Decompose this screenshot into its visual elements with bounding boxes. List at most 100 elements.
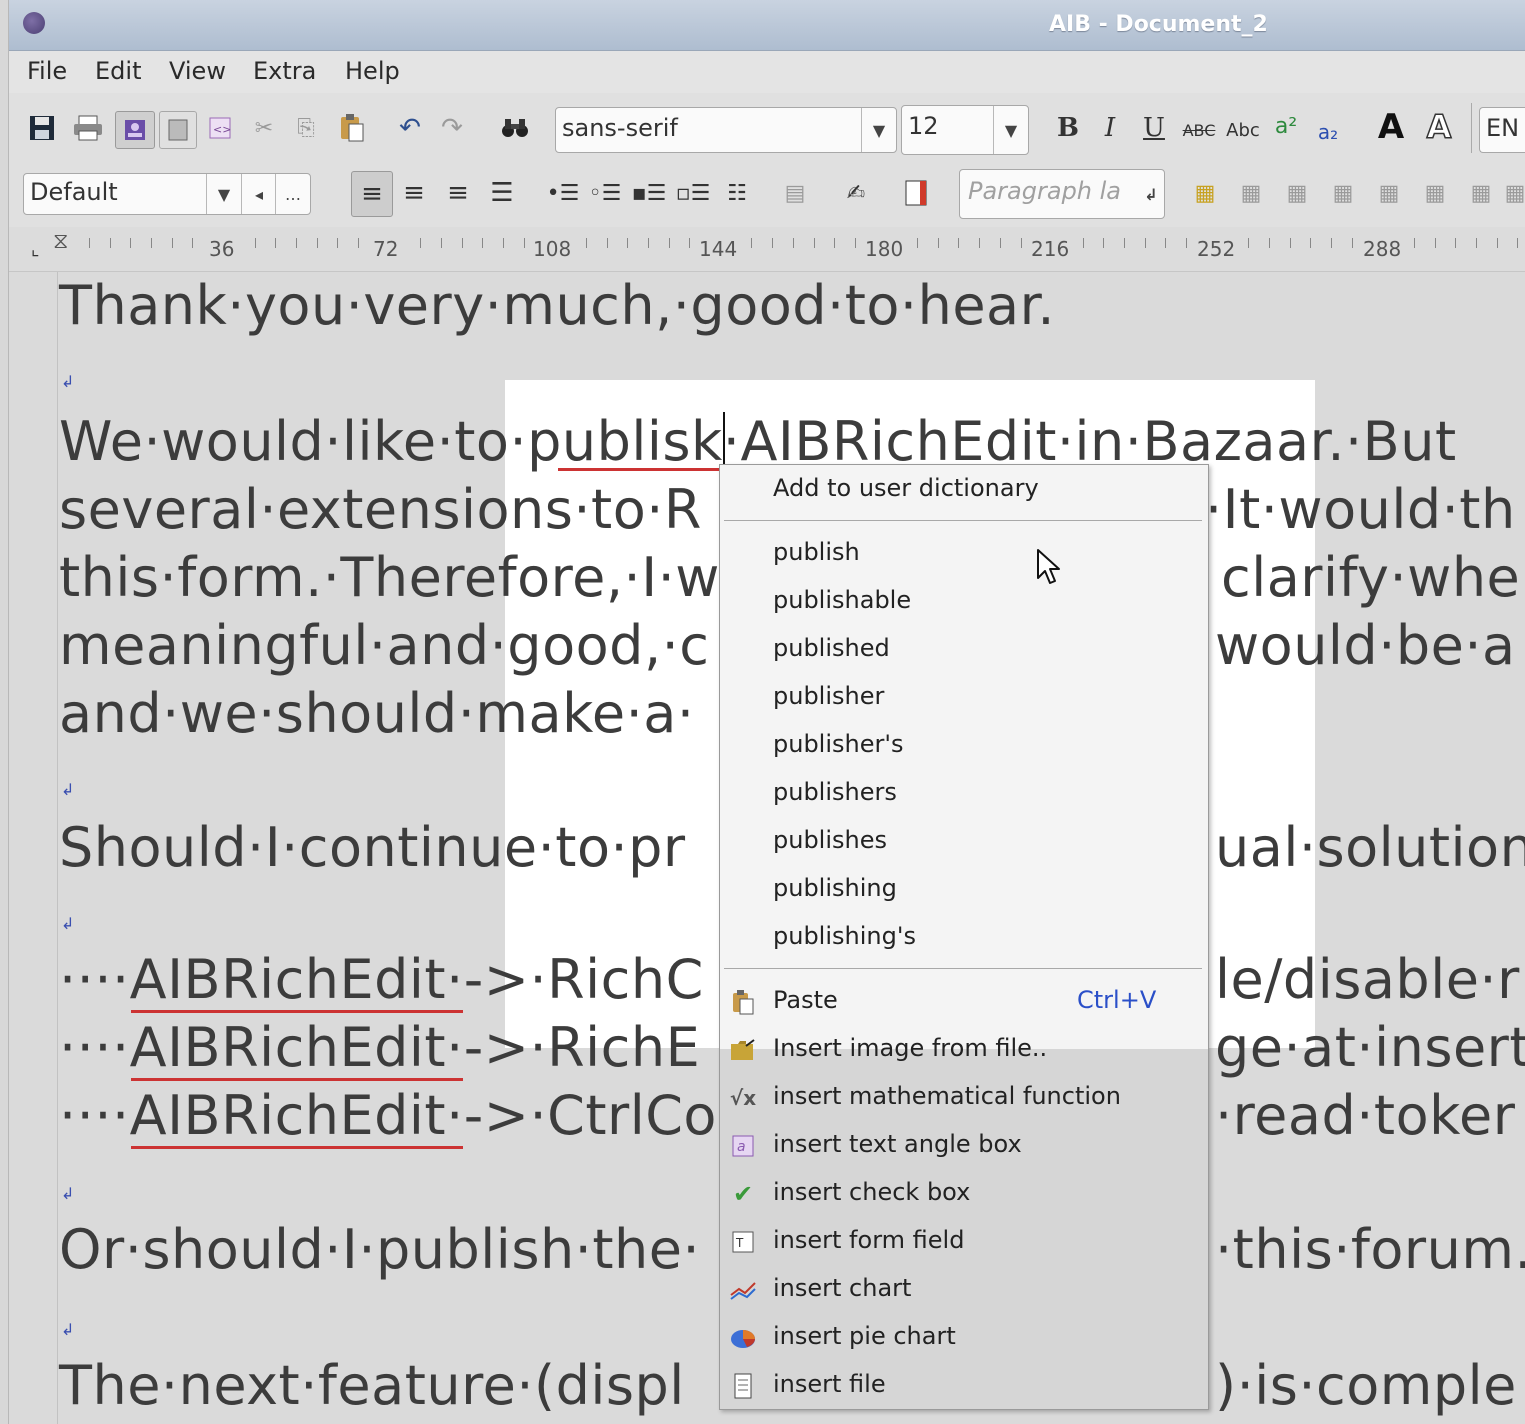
ruler-tick — [772, 238, 773, 248]
ruler-tick — [441, 238, 442, 248]
insert-pie-chart-item[interactable]: insert pie chart — [720, 1313, 1208, 1361]
paste-icon[interactable] — [335, 111, 369, 145]
align-center-icon[interactable]: ≡ — [397, 173, 431, 213]
insert-file-item[interactable]: insert file — [720, 1361, 1208, 1409]
underline-button[interactable]: U — [1139, 113, 1169, 143]
suggestion-item[interactable]: published — [720, 625, 1208, 673]
table-delete-icon[interactable]: ▦ — [1327, 173, 1359, 213]
table-merge-icon[interactable]: ▦ — [1373, 173, 1405, 213]
ruler-tick — [648, 238, 649, 248]
align-justify-icon[interactable]: ☰ — [485, 173, 519, 213]
menu-help[interactable]: Help — [345, 57, 400, 85]
table-col-icon[interactable]: ▦ — [1281, 173, 1313, 213]
paste-icon — [728, 987, 758, 1017]
doc-line-1: Thank·you·very·much,·good·to·hear. — [59, 274, 1056, 337]
redo-icon[interactable]: ↷ — [437, 113, 467, 143]
edit-pen-icon[interactable]: ✍ — [839, 173, 873, 213]
app-globe-icon[interactable] — [23, 12, 45, 34]
chevron-down-icon[interactable]: ▼ — [993, 106, 1028, 154]
print-icon[interactable] — [71, 113, 105, 143]
ruler-tick — [834, 238, 835, 248]
insert-form-field-item[interactable]: T insert form field — [720, 1217, 1208, 1265]
menu-edit[interactable]: Edit — [95, 57, 141, 85]
find-binoculars-icon[interactable] — [499, 113, 531, 143]
suggestion-item[interactable]: publishable — [720, 577, 1208, 625]
font-family-combo[interactable]: sans-serif ▼ — [555, 107, 897, 153]
page-border-icon[interactable] — [899, 173, 933, 213]
align-right-icon[interactable]: ≡ — [441, 173, 475, 213]
tab-stop-icon[interactable]: ⌞ — [31, 239, 39, 260]
insert-image-item[interactable]: Insert image from file.. — [720, 1025, 1208, 1073]
menu-item-label: publisher's — [773, 730, 904, 758]
context-menu: Add to user dictionary publish publishab… — [719, 464, 1209, 1410]
paragraph-frame-icon[interactable]: ▤ — [779, 173, 811, 213]
spelling-error-underline — [558, 468, 728, 471]
cut-icon[interactable]: ✂ — [249, 113, 279, 143]
grow-font-button[interactable]: A — [1373, 107, 1409, 147]
menu-extra[interactable]: Extra — [253, 57, 316, 85]
style-combo[interactable]: Default ▼ ◂ … — [23, 173, 311, 215]
suggestion-item[interactable]: publishers — [720, 769, 1208, 817]
doc-fragment: ·It·would·th — [1205, 478, 1516, 541]
copy-icon[interactable]: ⎘ — [291, 113, 321, 143]
indent-icon[interactable]: ▫☰ — [676, 173, 711, 213]
insert-checkbox-item[interactable]: ✔ insert check box — [720, 1169, 1208, 1217]
table-grid-icon[interactable]: ▦ — [1465, 173, 1497, 213]
enter-arrow-icon[interactable]: ↲ — [1138, 170, 1164, 218]
align-left-icon[interactable]: ≡ — [351, 171, 393, 217]
menu-view[interactable]: View — [169, 57, 226, 85]
bold-button[interactable]: B — [1053, 113, 1083, 143]
chevron-down-icon[interactable]: ▼ — [861, 108, 896, 152]
table-split-icon[interactable]: ▦ — [1419, 173, 1451, 213]
table-insert-icon[interactable]: ▦ — [1189, 173, 1221, 213]
superscript-button[interactable]: a² — [1269, 111, 1303, 141]
bullet-list-icon[interactable]: •☰ — [547, 173, 580, 213]
insert-chart-item[interactable]: insert chart — [720, 1265, 1208, 1313]
strikethrough-button[interactable]: ABC — [1179, 115, 1219, 145]
insert-math-item[interactable]: √x insert mathematical function — [720, 1073, 1208, 1121]
outdent-icon[interactable]: ▪☰ — [632, 173, 667, 213]
suggestion-item[interactable]: publish — [720, 529, 1208, 577]
subscript-button[interactable]: a₂ — [1311, 117, 1345, 147]
suggestion-item[interactable]: publisher's — [720, 721, 1208, 769]
indent-marker-icon[interactable]: ⧖ — [53, 229, 68, 254]
html-view-icon[interactable]: <> — [205, 113, 235, 143]
doc-line-6: and·we·should·make·a· — [59, 682, 695, 745]
undo-icon[interactable]: ↶ — [395, 113, 425, 143]
title-bar[interactable]: AIB - Document_2 — [9, 0, 1525, 51]
menu-item-label: published — [773, 634, 890, 662]
print-layout-icon[interactable] — [115, 111, 155, 149]
small-caps-button[interactable]: Abc — [1223, 115, 1263, 145]
paste-item[interactable]: Paste Ctrl+V — [720, 977, 1208, 1025]
table-props-icon[interactable]: ▦ — [1505, 173, 1525, 213]
menu-item-label: insert file — [773, 1370, 886, 1398]
page-margin-line — [57, 272, 58, 1424]
ruler-tick — [1124, 238, 1125, 248]
spelling-error-underline — [131, 1146, 463, 1149]
page-view-icon[interactable] — [159, 111, 197, 149]
add-to-dictionary-item[interactable]: Add to user dictionary — [720, 465, 1208, 513]
list-level-icon[interactable]: ☷ — [721, 173, 753, 213]
save-icon[interactable] — [27, 113, 57, 143]
numbered-list-icon[interactable]: ◦☰ — [589, 173, 622, 213]
menu-item-label: publishable — [773, 586, 912, 614]
insert-text-angle-item[interactable]: a insert text angle box — [720, 1121, 1208, 1169]
outline-font-button[interactable]: A — [1421, 107, 1457, 147]
italic-button[interactable]: I — [1095, 113, 1125, 143]
chevron-down-icon[interactable]: ▼ — [206, 174, 242, 214]
font-size-combo[interactable]: 12 ▼ — [901, 105, 1029, 155]
paragraph-label-input[interactable]: Paragraph la ↲ — [959, 169, 1165, 219]
suggestion-item[interactable]: publisher — [720, 673, 1208, 721]
language-combo[interactable]: EN — [1479, 107, 1525, 153]
suggestion-item[interactable]: publishing's — [720, 913, 1208, 961]
ruler-tick — [524, 238, 525, 248]
ruler[interactable]: ⌞ ⧖ 36 72 108 144 180 216 252 288 — [9, 227, 1525, 272]
more-icon[interactable]: … — [275, 174, 310, 214]
suggestion-item[interactable]: publishing — [720, 865, 1208, 913]
table-row-icon[interactable]: ▦ — [1235, 173, 1267, 213]
ruler-label: 72 — [371, 237, 401, 261]
suggestion-item[interactable]: publishes — [720, 817, 1208, 865]
menu-file[interactable]: File — [27, 57, 67, 85]
menu-item-label: Add to user dictionary — [773, 474, 1039, 502]
chevron-left-icon[interactable]: ◂ — [241, 174, 276, 214]
